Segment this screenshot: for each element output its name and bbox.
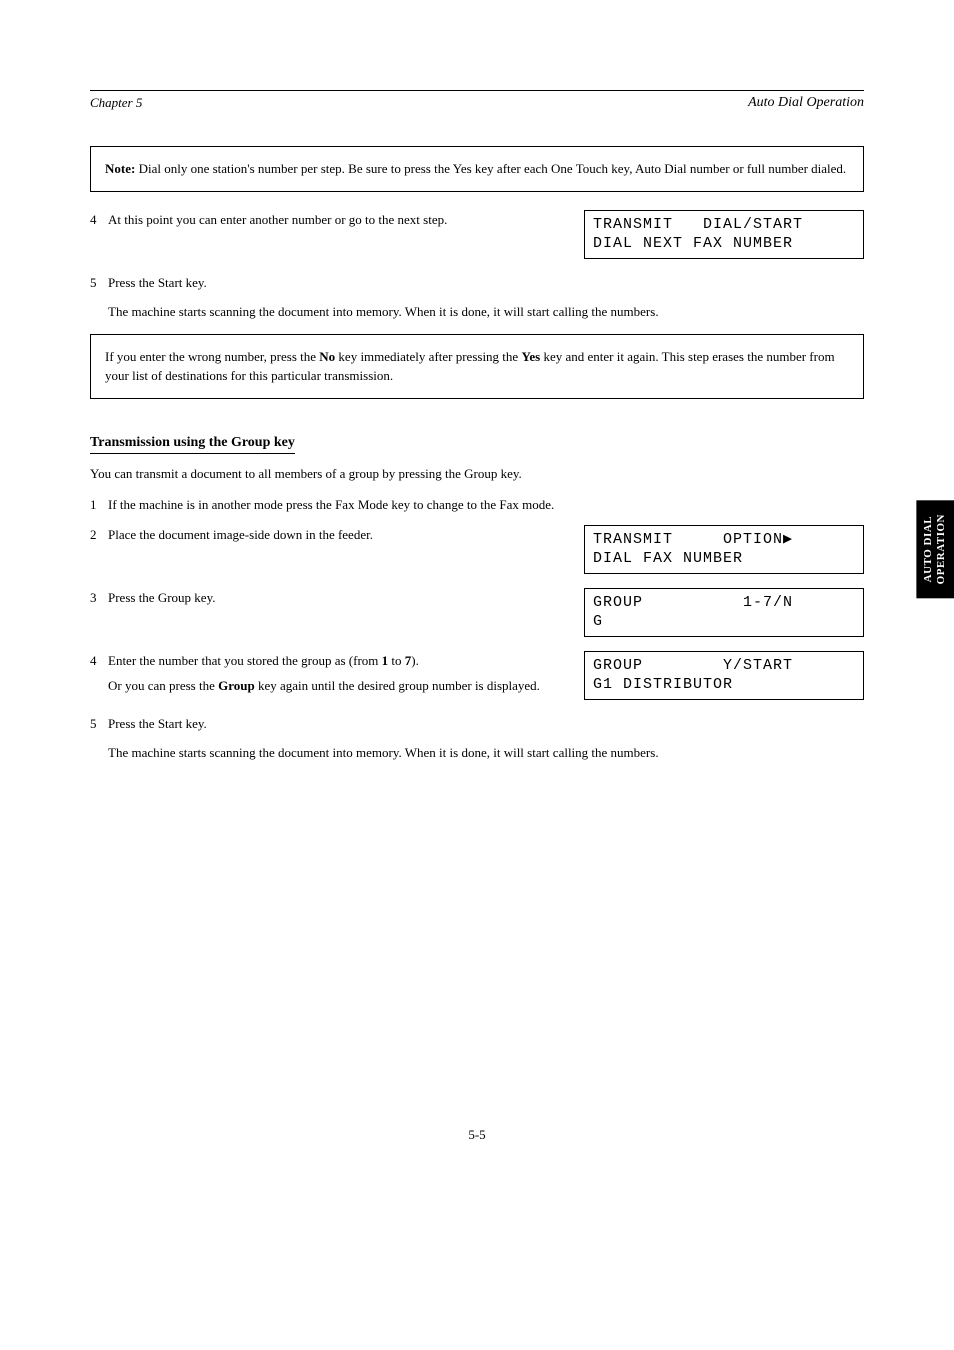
step-body: Place the document image-side down in th… [108,527,373,542]
note-bold: No [319,349,335,364]
lcd-column-4: GROUP Y/START G1 DISTRIBUTOR [584,651,864,706]
page-header: Chapter 5 Auto Dial Operation [90,95,864,111]
step-number: 2 [90,525,108,545]
lcd-column: TRANSMIT DIAL/START DIAL NEXT FAX NUMBER [584,210,864,265]
note-box-1: Note: Dial only one station's number per… [90,146,864,192]
note-part: key immediately after pressing the [335,349,521,364]
sidetab-line2: OPERATION [935,514,947,584]
paragraph-result: The machine starts scanning the document… [108,302,864,322]
step-part: key again until the desired group number… [255,678,540,693]
note-bold: Yes [521,349,540,364]
step-number: 5 [90,714,108,734]
step-number: 4 [90,210,108,230]
step-part: to [388,653,405,668]
lcd-line: G [593,613,603,630]
step-4-row: 4At this point you can enter another num… [90,210,864,265]
lcd-line: G1 DISTRIBUTOR [593,676,733,693]
group-step-4-row: 4Enter the number that you stored the gr… [90,651,864,706]
lcd-line: DIAL NEXT FAX NUMBER [593,235,793,252]
group-step-1: 1If the machine is in another mode press… [90,495,864,515]
step-number: 4 [90,651,108,671]
sidetab-line1: AUTO DIAL [922,516,934,582]
lcd-line: GROUP Y/START [593,657,793,674]
lcd-display-4: GROUP Y/START G1 DISTRIBUTOR [584,651,864,700]
page-content: Chapter 5 Auto Dial Operation Note: Dial… [0,0,954,763]
step-number: 1 [90,495,108,515]
lcd-display-2: TRANSMIT OPTION▶ DIAL FAX NUMBER [584,525,864,574]
step-body: Press the Start key. [108,275,207,290]
group-step-3-row: 3Press the Group key. GROUP 1-7/N G [90,588,864,643]
final-paragraph: The machine starts scanning the document… [108,743,864,763]
group-intro: You can transmit a document to all membe… [90,464,864,484]
lcd-line: DIAL FAX NUMBER [593,550,743,567]
page-number: 5-5 [0,1127,954,1143]
step-number: 5 [90,273,108,293]
step-5: 5Press the Start key. [90,273,864,293]
lcd-column-3: GROUP 1-7/N G [584,588,864,643]
group-step-2-row: 2Place the document image-side down in t… [90,525,864,580]
step-part: Or you can press the [108,678,218,693]
step-4-text: 4At this point you can enter another num… [90,210,584,230]
chapter-label: Chapter 5 [90,95,142,111]
group-step-4: 4Enter the number that you stored the gr… [90,651,584,696]
side-tab: AUTO DIAL OPERATION [916,500,954,598]
step-body: If the machine is in another mode press … [108,497,554,512]
step-body: At this point you can enter another numb… [108,212,447,227]
group-step-5: 5Press the Start key. [90,714,864,734]
section-label: Auto Dial Operation [748,95,864,111]
note-box-2: If you enter the wrong number, press the… [90,334,864,399]
step-part: ). [411,653,419,668]
lcd-display-1: TRANSMIT DIAL/START DIAL NEXT FAX NUMBER [584,210,864,259]
group-step-3: 3Press the Group key. [90,588,584,608]
note-text: Dial only one station's number per step.… [135,161,846,176]
step-body: Press the Start key. [108,716,207,731]
lcd-line: TRANSMIT DIAL/START [593,216,803,233]
step-bold: Group [218,678,255,693]
step-number: 3 [90,588,108,608]
lcd-column-2: TRANSMIT OPTION▶ DIAL FAX NUMBER [584,525,864,580]
header-rule [90,90,864,91]
step-part: Enter the number that you stored the gro… [108,653,382,668]
lcd-line: TRANSMIT OPTION▶ [593,531,793,548]
section-heading-group-key: Transmission using the Group key [90,435,295,454]
lcd-line: GROUP 1-7/N [593,594,793,611]
step-body: Press the Group key. [108,590,215,605]
note-label: Note: [105,161,135,176]
lcd-display-3: GROUP 1-7/N G [584,588,864,637]
note-part: If you enter the wrong number, press the [105,349,319,364]
group-step-2: 2Place the document image-side down in t… [90,525,584,545]
